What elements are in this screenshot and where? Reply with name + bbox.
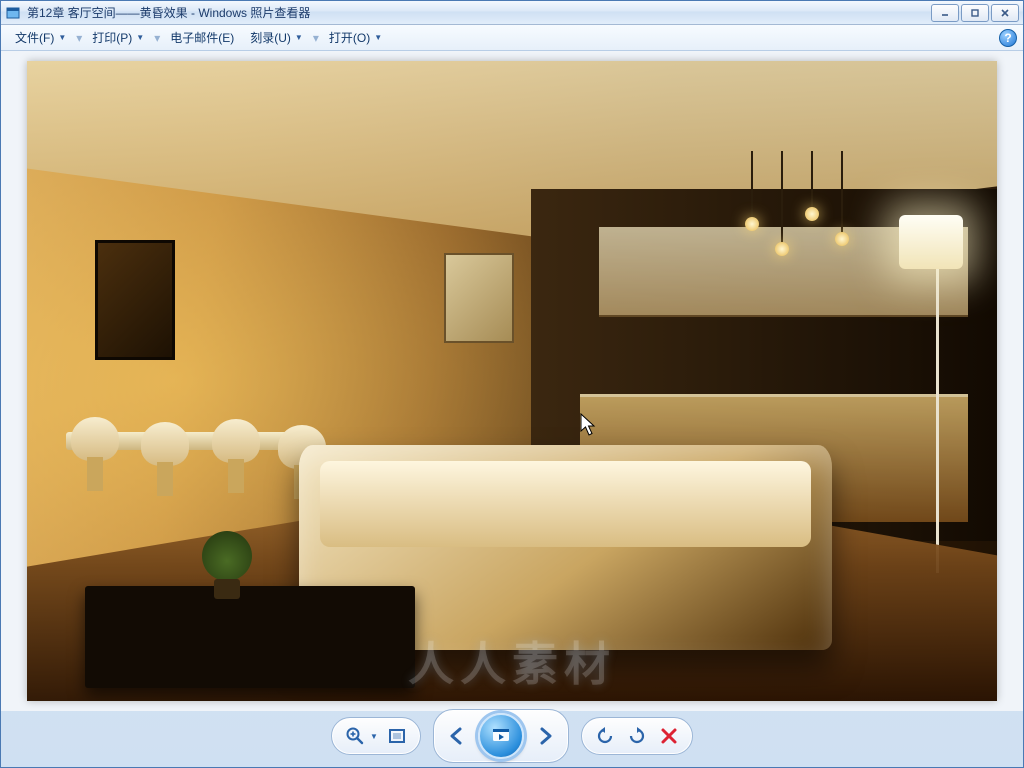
window-title: 第12章 客厅空间——黄昏效果 - Windows 照片查看器 bbox=[27, 4, 931, 21]
menu-open-label: 打开(O) bbox=[329, 29, 370, 46]
rotate-ccw-button[interactable] bbox=[590, 721, 620, 751]
zoom-button[interactable] bbox=[340, 721, 370, 751]
chevron-down-icon: ▼ bbox=[295, 33, 303, 42]
fit-window-button[interactable] bbox=[382, 721, 412, 751]
menu-file-label: 文件(F) bbox=[15, 29, 54, 46]
viewer-toolbar: ▼ bbox=[1, 711, 1023, 767]
menu-email-label: 电子邮件(E) bbox=[170, 29, 234, 46]
window-controls bbox=[931, 4, 1019, 22]
render-floorlamp-stand bbox=[936, 253, 939, 573]
help-icon: ? bbox=[1004, 31, 1011, 45]
titlebar: 第12章 客厅空间——黄昏效果 - Windows 照片查看器 bbox=[1, 1, 1023, 25]
photo-content bbox=[27, 61, 997, 701]
render-wallart-left bbox=[95, 240, 175, 360]
help-button[interactable]: ? bbox=[999, 29, 1017, 47]
delete-button[interactable] bbox=[654, 721, 684, 751]
rotate-group bbox=[581, 717, 693, 755]
menu-separator: ▾ bbox=[152, 31, 162, 45]
previous-button[interactable] bbox=[442, 721, 472, 751]
next-button[interactable] bbox=[530, 721, 560, 751]
nav-group bbox=[433, 709, 569, 763]
maximize-button[interactable] bbox=[961, 4, 989, 22]
slideshow-button[interactable] bbox=[478, 713, 524, 759]
menu-print-label: 打印(P) bbox=[92, 29, 132, 46]
chevron-down-icon: ▼ bbox=[136, 33, 144, 42]
render-dining bbox=[66, 394, 318, 522]
viewer-area bbox=[1, 51, 1023, 711]
menu-separator: ▾ bbox=[311, 31, 321, 45]
menubar: 文件(F) ▼ ▾ 打印(P) ▼ ▾ 电子邮件(E) 刻录(U) ▼ ▾ 打开(O)… bbox=[1, 25, 1023, 51]
menu-print[interactable]: 打印(P) ▼ bbox=[84, 25, 152, 50]
mouse-cursor-icon bbox=[580, 413, 598, 440]
menu-separator: ▾ bbox=[74, 31, 84, 45]
rotate-cw-button[interactable] bbox=[622, 721, 652, 751]
render-floorlamp-shade bbox=[899, 215, 963, 269]
menu-email[interactable]: 电子邮件(E) bbox=[162, 25, 242, 50]
zoom-group: ▼ bbox=[331, 717, 421, 755]
minimize-button[interactable] bbox=[931, 4, 959, 22]
chevron-down-icon: ▼ bbox=[58, 33, 66, 42]
render-plant bbox=[202, 529, 252, 599]
render-pendant-lights bbox=[741, 151, 861, 271]
render-wallart-mid bbox=[444, 253, 514, 343]
menu-burn[interactable]: 刻录(U) ▼ bbox=[242, 25, 311, 50]
menu-file[interactable]: 文件(F) ▼ bbox=[7, 25, 74, 50]
chevron-down-icon: ▼ bbox=[374, 33, 382, 42]
app-icon bbox=[5, 5, 21, 21]
menu-open[interactable]: 打开(O) ▼ bbox=[321, 25, 390, 50]
close-button[interactable] bbox=[991, 4, 1019, 22]
menu-burn-label: 刻录(U) bbox=[250, 29, 291, 46]
chevron-down-icon[interactable]: ▼ bbox=[370, 732, 378, 741]
render-coffee-table bbox=[85, 586, 415, 688]
